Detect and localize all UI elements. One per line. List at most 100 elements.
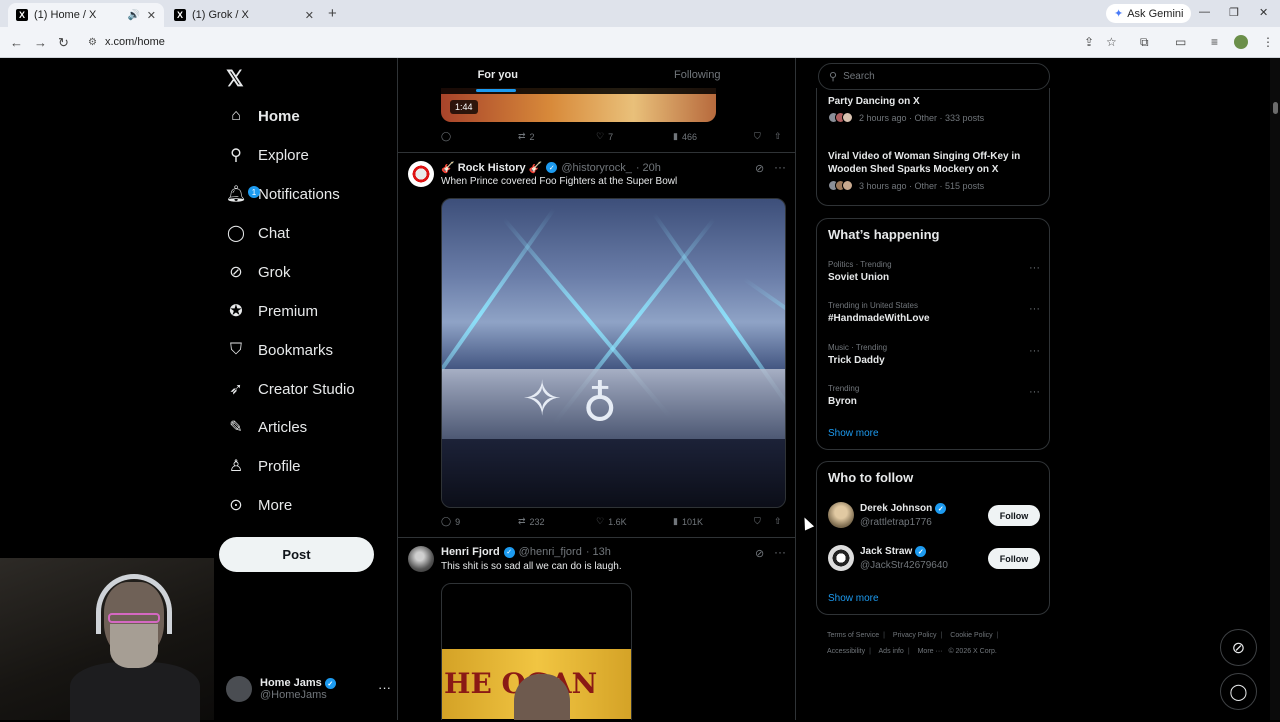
restore-icon[interactable]: ❐: [1229, 6, 1239, 19]
footer-link[interactable]: Cookie Policy: [950, 632, 992, 639]
url-field[interactable]: ⚙ x.com/home: [80, 31, 1080, 53]
page-scrollbar[interactable]: [1270, 58, 1280, 720]
repost-button[interactable]: ⇄ 2: [518, 131, 535, 142]
browser-tab-grok[interactable]: X (1) Grok / X ✕: [166, 3, 322, 27]
news-story[interactable]: Party Dancing on X 2 hours ago · Other ·…: [828, 95, 1038, 124]
post-time[interactable]: · 13h: [586, 546, 611, 558]
x-logo-icon[interactable]: 𝕏: [226, 66, 244, 92]
post-media-video[interactable]: HE OGAN: [441, 583, 632, 720]
like-button[interactable]: ♡ 7: [596, 131, 613, 142]
close-tab-icon[interactable]: ✕: [305, 9, 314, 22]
nav-articles[interactable]: ✎ Articles: [226, 412, 307, 442]
close-window-icon[interactable]: ✕: [1259, 6, 1268, 19]
post-button[interactable]: Post: [219, 537, 374, 572]
share-button[interactable]: ⇧: [774, 131, 782, 142]
speaker-icon[interactable]: 🔊: [128, 10, 140, 21]
show-more-link[interactable]: Show more: [828, 593, 879, 604]
more-dots-icon[interactable]: ···: [1029, 303, 1040, 315]
grok-icon[interactable]: ⊘: [755, 547, 764, 560]
site-info-icon[interactable]: ⚙: [88, 37, 97, 48]
more-dots-icon[interactable]: ···: [378, 680, 391, 695]
footer-link[interactable]: More ···: [918, 648, 943, 655]
more-dots-icon[interactable]: ···: [774, 160, 786, 174]
bookmark-button[interactable]: ⛉: [754, 131, 761, 142]
tab-for-you[interactable]: For you: [398, 58, 598, 94]
trend-item[interactable]: Politics · Trending Soviet Union ···: [828, 260, 1040, 283]
views-icon: ▮: [673, 516, 678, 526]
nav-more[interactable]: ⊙ More: [226, 490, 292, 520]
bookmark-icon: ⛉: [754, 131, 761, 141]
post-time[interactable]: · 20h: [636, 162, 661, 174]
trend-item[interactable]: Music · Trending Trick Daddy ···: [828, 343, 1040, 366]
grok-icon[interactable]: ⊘: [755, 162, 764, 175]
share-button[interactable]: ⇧: [774, 516, 782, 527]
more-dots-icon[interactable]: ···: [774, 545, 786, 559]
nav-grok[interactable]: ⊘ Grok: [226, 257, 290, 287]
tab-following[interactable]: Following: [598, 58, 796, 94]
nav-creator-studio[interactable]: ➶ Creator Studio: [226, 374, 354, 404]
minimize-icon[interactable]: —: [1199, 6, 1210, 18]
bookmark-button[interactable]: ⛉: [754, 516, 761, 527]
more-dots-icon[interactable]: ···: [1029, 262, 1040, 274]
browser-tab-home[interactable]: X (1) Home / X 🔊 ✕: [8, 3, 164, 27]
follow-button[interactable]: Follow: [988, 505, 1040, 526]
forward-icon[interactable]: →: [34, 35, 47, 50]
footer-link[interactable]: Accessibility: [827, 648, 865, 655]
avatar[interactable]: [828, 502, 854, 528]
more-dots-icon[interactable]: ···: [1029, 386, 1040, 398]
author-name[interactable]: 🎸 Rock History 🎸: [441, 161, 542, 174]
nav-notifications[interactable]: 🔔︎ 1 Notifications: [226, 179, 340, 209]
reading-list-icon[interactable]: ≡: [1211, 35, 1218, 49]
footer-link[interactable]: Ads info: [879, 648, 904, 655]
views-button[interactable]: ▮ 466: [673, 131, 697, 142]
close-tab-icon[interactable]: ✕: [147, 9, 156, 22]
nav-explore[interactable]: ⚲ Explore: [226, 140, 309, 170]
trend-item[interactable]: Trending in United States #HandmadeWithL…: [828, 301, 1040, 324]
repost-button[interactable]: ⇄ 232: [518, 516, 545, 527]
reply-button[interactable]: ◯ 9: [441, 516, 460, 527]
nav-chat[interactable]: ◯ Chat: [226, 218, 290, 248]
nav-home[interactable]: ⌂ Home: [226, 101, 300, 131]
avatar[interactable]: [408, 161, 434, 187]
grok-float-button[interactable]: ⊘: [1220, 629, 1257, 666]
like-button[interactable]: ♡ 1.6K: [596, 516, 627, 527]
new-tab-icon[interactable]: +: [328, 5, 337, 22]
nav-profile[interactable]: ♙ Profile: [226, 451, 301, 481]
account-switcher[interactable]: Home Jams ✓ @HomeJams ···: [226, 672, 391, 706]
gemini-sparkle-icon: ✦: [1114, 8, 1124, 20]
reply-button[interactable]: ◯: [441, 131, 455, 142]
menu-icon[interactable]: ⋮: [1262, 35, 1274, 49]
author-handle[interactable]: @historyrock_: [561, 162, 631, 174]
views-button[interactable]: ▮ 101K: [673, 516, 703, 527]
post-media-video[interactable]: ✧♁: [441, 198, 786, 508]
back-icon[interactable]: ←: [10, 35, 23, 50]
ask-gemini-button[interactable]: ✦ Ask Gemini: [1106, 4, 1192, 23]
browser-profile-avatar[interactable]: [1234, 35, 1248, 49]
more-dots-icon[interactable]: ···: [1029, 345, 1040, 357]
author-name[interactable]: Henri Fjord: [441, 546, 500, 558]
footer-link[interactable]: Terms of Service: [827, 632, 879, 639]
nav-bookmarks[interactable]: ⛉ Bookmarks: [226, 335, 333, 365]
news-story[interactable]: Viral Video of Woman Singing Off-Key in …: [828, 150, 1038, 192]
extensions-icon[interactable]: ⧉: [1140, 35, 1149, 50]
scrollbar-thumb[interactable]: [1273, 102, 1278, 114]
chat-float-button[interactable]: ◯: [1220, 673, 1257, 710]
avatar[interactable]: [408, 546, 434, 572]
show-more-link[interactable]: Show more: [828, 428, 879, 439]
footer-link[interactable]: Privacy Policy: [893, 632, 937, 639]
split-view-icon[interactable]: ▭: [1175, 35, 1186, 49]
follow-suggestion[interactable]: Jack Straw ✓ @JackStr42679640 Follow: [828, 545, 1040, 575]
author-handle[interactable]: @henri_fjord: [519, 546, 582, 558]
grok-icon: ⊘: [229, 264, 243, 281]
follow-suggestion[interactable]: Derek Johnson ✓ @rattletrap1776 Follow: [828, 502, 1040, 532]
install-icon[interactable]: ⇪: [1084, 35, 1094, 49]
trend-item[interactable]: Trending Byron ···: [828, 384, 1040, 407]
like-count: 7: [608, 131, 614, 142]
nav-premium[interactable]: ✪ Premium: [226, 296, 318, 326]
star-icon[interactable]: ☆: [1106, 35, 1117, 49]
avatar[interactable]: [828, 545, 854, 571]
search-input[interactable]: ⚲ Search: [818, 63, 1050, 90]
repost-count: 232: [529, 516, 545, 527]
reload-icon[interactable]: ↻: [58, 35, 69, 51]
follow-button[interactable]: Follow: [988, 548, 1040, 569]
